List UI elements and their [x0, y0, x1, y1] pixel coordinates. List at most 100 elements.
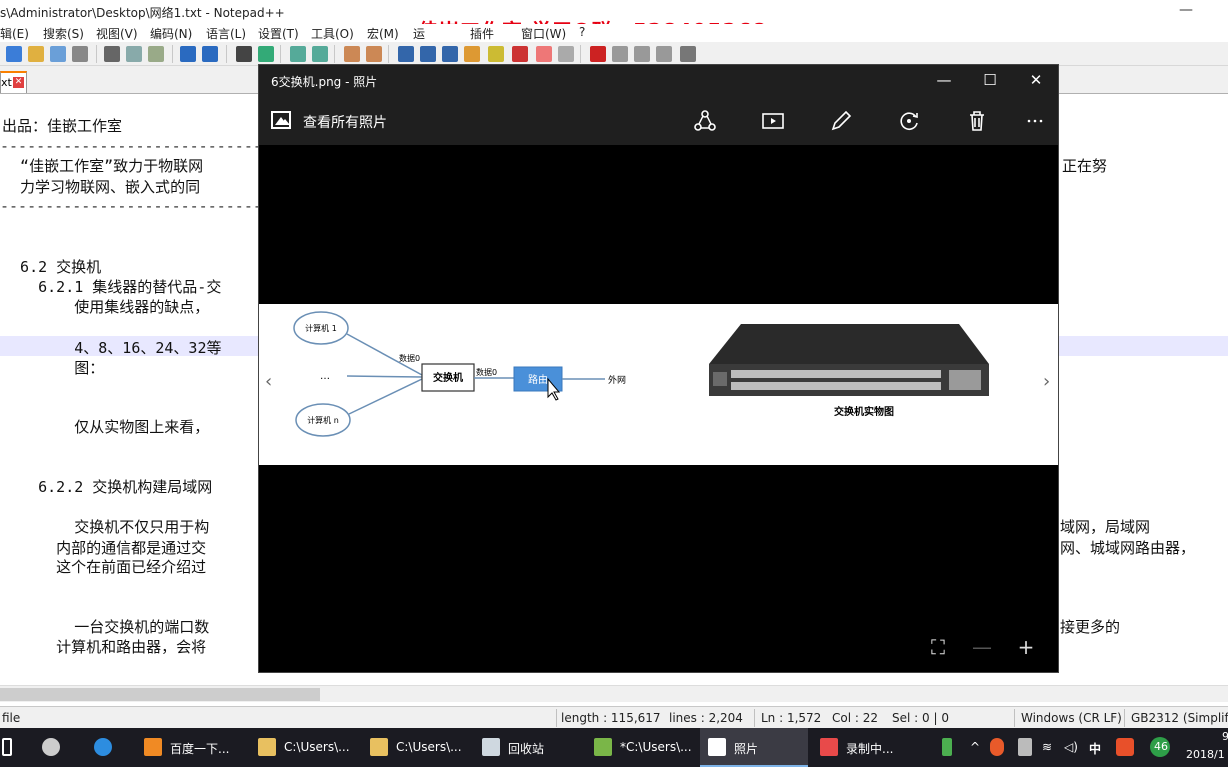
- redo-icon[interactable]: [202, 46, 218, 62]
- wifi-icon[interactable]: ≋: [1042, 740, 1052, 754]
- network-icon[interactable]: [1018, 738, 1032, 756]
- menu-run[interactable]: 运: [413, 25, 425, 42]
- clock-time[interactable]: 9: [1222, 730, 1228, 743]
- fit-to-window-icon[interactable]: ⛶: [926, 636, 950, 660]
- open-file-icon[interactable]: [28, 46, 44, 62]
- photos-title: 6交换机.png - 照片: [271, 75, 378, 89]
- taskbar-item-label: C:\Users\...: [284, 740, 350, 754]
- clock-date[interactable]: 2018/1: [1186, 748, 1225, 761]
- undo-icon[interactable]: [180, 46, 196, 62]
- minimize-button[interactable]: —: [1174, 0, 1198, 24]
- show-hidden-icons-icon[interactable]: ^: [970, 740, 980, 754]
- taskbar-item-photos[interactable]: 照片: [700, 728, 808, 767]
- replace-icon[interactable]: [258, 46, 274, 62]
- new-file-icon[interactable]: [6, 46, 22, 62]
- stop-macro-icon[interactable]: [612, 46, 628, 62]
- menu-language[interactable]: 语言(L): [206, 25, 246, 42]
- menu-settings[interactable]: 设置(T): [258, 25, 299, 42]
- sync-horizontal-icon[interactable]: [366, 46, 382, 62]
- battery-icon[interactable]: [942, 738, 952, 756]
- next-photo-button[interactable]: ›: [1043, 371, 1050, 392]
- monitoring-icon[interactable]: [558, 46, 574, 62]
- internet-explorer-icon[interactable]: [94, 738, 112, 756]
- horizontal-scrollbar[interactable]: [0, 685, 1228, 702]
- photos-title-bar: 6交换机.png - 照片 — ☐ ✕: [259, 65, 1058, 97]
- menu-help[interactable]: ?: [579, 25, 585, 39]
- paste-icon[interactable]: [148, 46, 164, 62]
- close-button[interactable]: ✕: [1013, 65, 1059, 97]
- start-icon[interactable]: [2, 738, 12, 756]
- slideshow-icon[interactable]: [759, 107, 787, 135]
- scrollbar-thumb[interactable]: [0, 688, 320, 701]
- edit-pencil-icon[interactable]: [827, 107, 855, 135]
- find-icon[interactable]: [236, 46, 252, 62]
- show-symbols-icon[interactable]: [420, 46, 436, 62]
- data-label-right: 数据0: [476, 367, 497, 377]
- save-icon[interactable]: [50, 46, 66, 62]
- toolbar-divider: [280, 45, 281, 63]
- menu-plugins[interactable]: 插件: [470, 25, 494, 42]
- save-macro-icon[interactable]: [680, 46, 696, 62]
- word-wrap-icon[interactable]: [398, 46, 414, 62]
- indent-guide-icon[interactable]: [442, 46, 458, 62]
- minimize-button[interactable]: —: [921, 65, 967, 97]
- menu-encoding[interactable]: 编码(N): [150, 25, 192, 42]
- previous-photo-button[interactable]: ‹: [265, 371, 272, 392]
- run-macro-multiple-icon[interactable]: [656, 46, 672, 62]
- play-macro-icon[interactable]: [634, 46, 650, 62]
- taskbar-item-label: *C:\Users\...: [620, 740, 692, 754]
- computer-n-label: 计算机 n: [307, 415, 339, 425]
- view-all-photos-button[interactable]: 查看所有照片: [303, 112, 387, 132]
- function-list-icon[interactable]: [512, 46, 528, 62]
- taskbar-item-recycle-bin[interactable]: 回收站: [474, 728, 584, 767]
- copy-icon[interactable]: [126, 46, 142, 62]
- zoom-out-icon[interactable]: [312, 46, 328, 62]
- editor-line-fragment: 接更多的: [1060, 618, 1121, 636]
- taskbar-item-notepad[interactable]: *C:\Users\...: [586, 728, 696, 767]
- udl-icon[interactable]: [464, 46, 480, 62]
- more-options-icon[interactable]: [1021, 107, 1049, 135]
- data-label-left: 数据0: [399, 353, 420, 363]
- sync-vertical-icon[interactable]: [344, 46, 360, 62]
- folder-workspace-icon[interactable]: [536, 46, 552, 62]
- status-divider: [1014, 709, 1015, 727]
- rotate-icon[interactable]: [895, 107, 923, 135]
- sogou-icon[interactable]: [1116, 738, 1134, 756]
- ime-indicator[interactable]: 中: [1089, 740, 1101, 757]
- record-macro-icon[interactable]: [590, 46, 606, 62]
- menu-window[interactable]: 窗口(W): [521, 25, 566, 42]
- menu-tools[interactable]: 工具(O): [311, 25, 354, 42]
- share-icon[interactable]: [691, 107, 719, 135]
- volume-icon[interactable]: ◁): [1064, 740, 1078, 754]
- editor-line: 这个在前面已经介绍过: [2, 558, 207, 576]
- menu-search[interactable]: 搜索(S): [43, 25, 84, 42]
- zoom-in-icon[interactable]: [290, 46, 306, 62]
- editor-line: 图：: [2, 359, 105, 377]
- taskbar-item-label: 照片: [734, 742, 759, 756]
- taskbar-item-baidu[interactable]: 百度一下...: [136, 728, 246, 767]
- maximize-button[interactable]: ☐: [967, 65, 1013, 97]
- tab-file[interactable]: xt ✕: [0, 71, 27, 93]
- menu-edit[interactable]: 辑(E): [0, 25, 29, 42]
- menu-macro[interactable]: 宏(M): [367, 25, 399, 42]
- status-eol: Windows (CR LF): [1021, 711, 1122, 725]
- cut-icon[interactable]: [104, 46, 120, 62]
- status-divider: [556, 709, 557, 727]
- zoom-out-button[interactable]: —: [970, 636, 994, 660]
- photos-icon: [708, 738, 726, 756]
- menu-view[interactable]: 视图(V): [96, 25, 138, 42]
- taskbar-item-explorer-2[interactable]: C:\Users\...: [362, 728, 472, 767]
- zoom-in-button[interactable]: +: [1014, 636, 1038, 660]
- print-icon[interactable]: [72, 46, 88, 62]
- taskbar-item-explorer-1[interactable]: C:\Users\...: [250, 728, 360, 767]
- all-photos-icon[interactable]: [271, 111, 291, 129]
- link-line: [346, 375, 423, 378]
- taskbar-item-recorder[interactable]: 录制中...: [812, 728, 922, 767]
- recorder-icon: [820, 738, 838, 756]
- cortana-icon[interactable]: [42, 738, 60, 756]
- doc-map-icon[interactable]: [488, 46, 504, 62]
- tray-app-icon[interactable]: [990, 738, 1004, 756]
- delete-icon[interactable]: [963, 107, 991, 135]
- toolbar-divider: [226, 45, 227, 63]
- close-tab-icon[interactable]: ✕: [13, 77, 24, 88]
